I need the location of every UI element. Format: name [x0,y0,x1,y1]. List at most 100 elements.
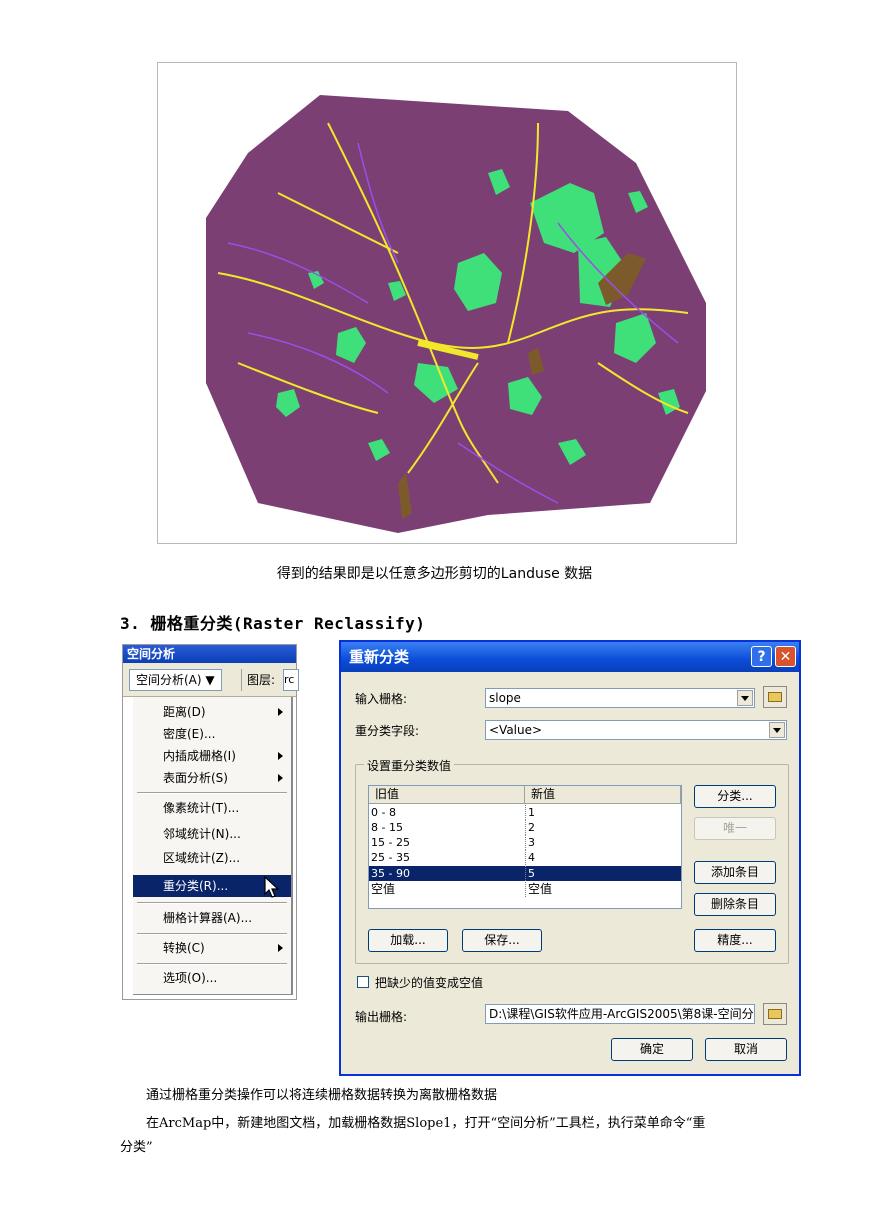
group-title: 设置重分类数值 [364,757,455,774]
classify-button[interactable]: 分类... [694,785,776,808]
save-button[interactable]: 保存... [462,929,542,952]
landuse-map-image [206,95,706,533]
layer-select[interactable]: rc [283,669,299,691]
menu-item-density[interactable]: 密度(E)... [133,723,291,745]
menu-item-surface-analysis[interactable]: 表面分析(S) [133,767,291,789]
menu-item-label: 内插成栅格(I) [163,749,236,763]
landuse-map-figure [157,62,737,544]
new-value-cell[interactable]: 1 [525,805,681,820]
old-value-cell[interactable]: 0 - 8 [369,805,525,820]
precision-button[interactable]: 精度... [694,929,776,952]
new-value-cell[interactable]: 5 [525,866,681,881]
toolbar-separator [241,669,242,691]
unique-button[interactable]: 唯一 [694,817,776,840]
add-entry-button[interactable]: 添加条目 [694,861,776,884]
table-row[interactable]: 25 - 35 4 [369,850,681,865]
chevron-down-icon[interactable] [769,722,785,738]
reclass-values-group: 设置重分类数值 旧值 新值 0 - 8 1 8 - 15 2 15 - 25 3… [355,757,789,964]
table-row[interactable]: 8 - 15 2 [369,820,681,835]
ok-button[interactable]: 确定 [611,1038,693,1061]
input-raster-select[interactable]: slope [485,688,755,708]
spatial-analyst-toolbar-panel: 空间分析 空间分析(A) ▼ 图层: rc 距离(D) 密度(E)... 内插成… [122,644,299,1000]
menu-item-label: 重分类(R)... [163,879,229,893]
chevron-down-icon[interactable] [737,690,753,706]
folder-open-icon [768,692,782,702]
help-icon[interactable]: ? [751,646,772,667]
menu-item-label: 栅格计算器(A)... [163,911,253,925]
paragraph-1: 通过栅格重分类操作可以将连续栅格数据转换为离散栅格数据 [146,1088,498,1103]
close-icon[interactable]: ✕ [775,646,796,667]
table-header: 旧值 新值 [369,786,681,804]
table-row[interactable]: 空值 空值 [369,882,681,897]
output-raster-label: 输出栅格: [355,1010,408,1024]
missing-to-nodata-label: 把缺少的值变成空值 [375,976,484,990]
reclass-field-select[interactable]: <Value> [485,720,787,740]
menu-item-label: 选项(O)... [163,971,218,985]
section-heading: 3. 栅格重分类(Raster Reclassify) [120,614,426,633]
table-row[interactable]: 0 - 8 1 [369,805,681,820]
browse-output-button[interactable] [763,1003,787,1025]
new-value-cell[interactable]: 3 [525,835,681,850]
menu-item-zonal-statistics[interactable]: 区域统计(Z)... [133,847,291,869]
old-value-cell[interactable]: 空值 [369,882,525,897]
spatial-analyst-dropdown-menu: 距离(D) 密度(E)... 内插成栅格(I) 表面分析(S) 像素统计(T).… [133,697,293,995]
submenu-arrow-icon [278,774,283,782]
clip-polygon [206,95,706,533]
menu-separator [137,963,287,965]
dialog-title: 重新分类 [349,648,410,666]
new-value-cell[interactable]: 4 [525,850,681,865]
menu-item-convert[interactable]: 转换(C) [133,937,291,959]
menu-item-label: 表面分析(S) [163,771,228,785]
reclass-table[interactable]: 旧值 新值 0 - 8 1 8 - 15 2 15 - 25 3 25 - 35… [368,785,682,909]
menu-separator [137,933,287,935]
column-old-values[interactable]: 旧值 [369,786,525,803]
input-raster-value: slope [489,691,521,705]
menu-item-reclassify[interactable]: 重分类(R)... [133,875,291,898]
table-row[interactable]: 15 - 25 3 [369,835,681,850]
old-value-cell[interactable]: 35 - 90 [369,866,525,881]
menu-item-cell-statistics[interactable]: 像素统计(T)... [133,797,291,819]
missing-to-nodata-checkbox[interactable] [357,976,369,988]
menu-item-options[interactable]: 选项(O)... [133,967,291,989]
table-row-selected[interactable]: 35 - 90 5 [369,866,681,881]
output-raster-field[interactable]: D:\课程\GIS软件应用-ArcGIS2005\第8课-空间分 [485,1004,755,1024]
menu-item-label: 距离(D) [163,705,206,719]
old-value-cell[interactable]: 8 - 15 [369,820,525,835]
menu-item-label: 转换(C) [163,941,205,955]
paragraph-3: 分类” [120,1140,153,1155]
spatial-analyst-titlebar: 空间分析 [123,645,296,663]
spatial-analyst-toolbar: 空间分析(A) ▼ 图层: rc [123,663,299,697]
reclass-field-value: <Value> [489,723,543,737]
submenu-arrow-icon [278,944,283,952]
mouse-cursor-icon [264,876,280,898]
old-value-cell[interactable]: 25 - 35 [369,850,525,865]
menu-item-neighborhood-statistics[interactable]: 邻域统计(N)... [133,823,291,845]
layer-label: 图层: [247,673,276,687]
menu-item-label: 区域统计(Z)... [163,851,241,865]
dialog-titlebar: 重新分类 ? ✕ [341,642,799,672]
delete-entry-button[interactable]: 删除条目 [694,893,776,916]
map-caption: 得到的结果即是以任意多边形剪切的Landuse 数据 [276,566,593,582]
load-button[interactable]: 加载... [368,929,448,952]
menu-separator [137,792,287,794]
menu-item-label: 像素统计(T)... [163,801,240,815]
input-raster-label: 输入栅格: [355,692,408,706]
menu-item-label: 邻域统计(N)... [163,827,241,841]
paragraph-2: 在ArcMap中，新建地图文档，加载栅格数据Slope1，打开“空间分析”工具栏… [146,1116,706,1131]
browse-input-button[interactable] [763,686,787,708]
old-value-cell[interactable]: 15 - 25 [369,835,525,850]
menu-separator [137,902,287,904]
folder-open-icon [768,1009,782,1019]
menu-item-raster-calculator[interactable]: 栅格计算器(A)... [133,907,291,929]
column-new-values[interactable]: 新值 [525,786,681,803]
spatial-analyst-menu-button[interactable]: 空间分析(A) ▼ [129,669,222,691]
new-value-cell[interactable]: 2 [525,820,681,835]
menu-item-label: 密度(E)... [163,727,216,741]
menu-item-interpolate[interactable]: 内插成栅格(I) [133,745,291,767]
cancel-button[interactable]: 取消 [705,1038,787,1061]
new-value-cell[interactable]: 空值 [525,882,681,897]
submenu-arrow-icon [278,708,283,716]
menu-item-distance[interactable]: 距离(D) [133,701,291,723]
reclass-field-label: 重分类字段: [355,724,420,738]
submenu-arrow-icon [278,752,283,760]
